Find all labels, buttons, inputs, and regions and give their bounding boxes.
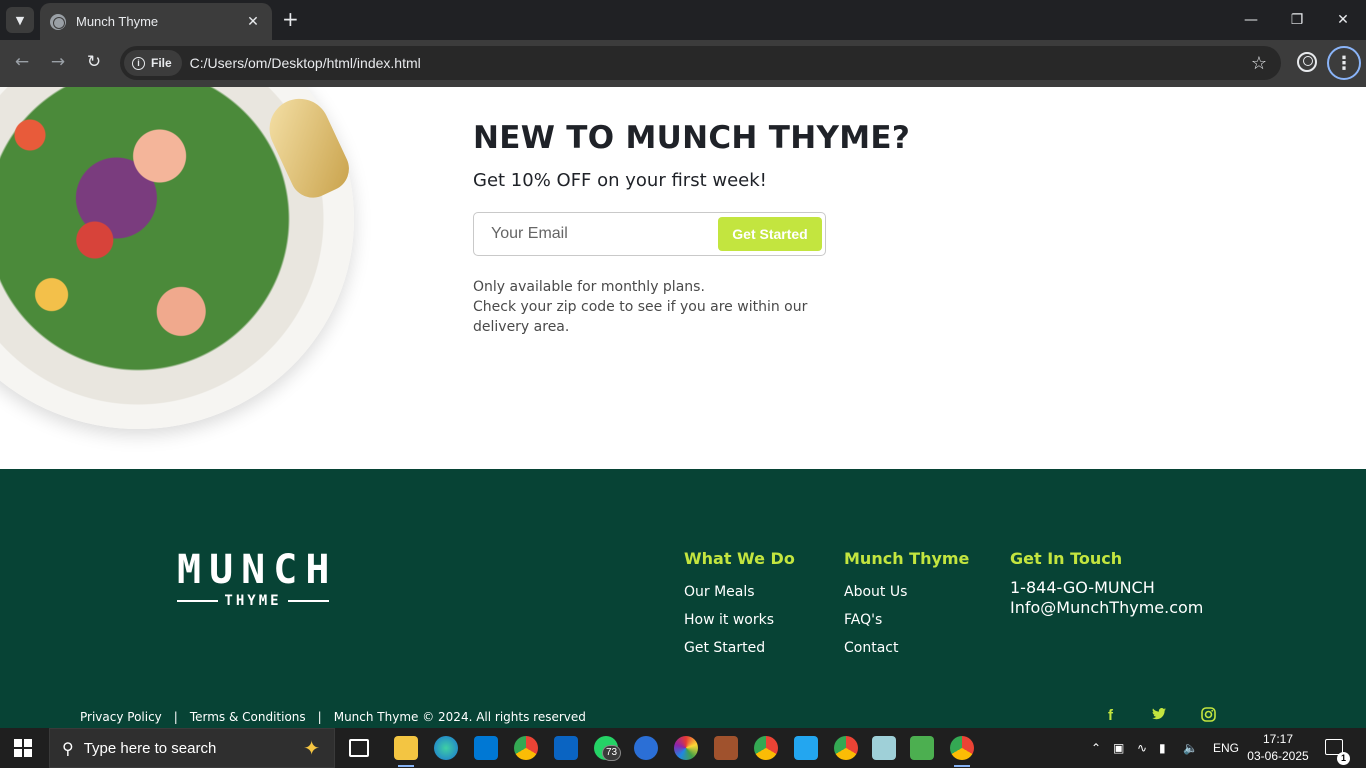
logo-subword: THYME [224, 593, 282, 609]
terms-link[interactable]: Terms & Conditions [190, 710, 306, 724]
footer-column-munch-thyme: Munch Thyme About Us FAQ's Contact [844, 549, 969, 662]
language-indicator[interactable]: ENG [1213, 741, 1239, 755]
forward-arrow-icon[interactable]: → [46, 52, 70, 72]
system-tray: ⌃ ▣ ∿ ▮ 🔈 ENG [1091, 728, 1239, 768]
taskbar-search-box[interactable]: ⚲ Type here to search ✦ [49, 728, 335, 768]
clock-time: 17:17 [1262, 732, 1294, 746]
footer-heading: Munch Thyme [844, 549, 970, 568]
browser-menu-button[interactable]: ⋮ [1327, 46, 1361, 80]
twitter-icon[interactable] [1152, 707, 1166, 724]
microsoft-store-icon[interactable] [474, 736, 498, 760]
battery-icon[interactable]: ▮ [1159, 741, 1183, 755]
nodejs-icon[interactable] [910, 736, 934, 760]
promo-section: NEW TO MUNCH THYME? Get 10% OFF on your … [0, 87, 1366, 469]
site-chip-label: File [151, 56, 172, 70]
separator: | [173, 710, 178, 724]
instagram-icon[interactable] [1201, 707, 1216, 726]
notification-count-badge: 1 [1337, 752, 1350, 765]
site-info-chip[interactable]: i File [124, 50, 182, 76]
get-started-button[interactable]: Get Started [718, 217, 822, 251]
globe-icon [50, 13, 66, 30]
contact-email[interactable]: Info@MunchThyme.com [1010, 598, 1203, 618]
separator: | [317, 710, 322, 724]
health-app-icon[interactable] [634, 736, 658, 760]
chevron-down-icon: ▼ [15, 13, 25, 27]
chrome-active-icon[interactable] [950, 736, 974, 767]
meet-now-icon[interactable]: ▣ [1113, 741, 1137, 755]
windows-taskbar: ⚲ Type here to search ✦ ⌃ ▣ ∿ ▮ 🔈 ENG 17… [0, 728, 1366, 768]
winrar-icon[interactable] [714, 736, 738, 760]
logo-rule [177, 600, 219, 602]
promo-note: Only available for monthly plans. Check … [473, 277, 833, 337]
minimize-button[interactable]: — [1228, 0, 1274, 40]
email-input[interactable] [475, 214, 715, 254]
footer-heading: Get In Touch [1010, 549, 1123, 568]
promo-note-line: Check your zip code to see if you are wi… [473, 299, 808, 315]
footer-link-our-meals[interactable]: Our Meals [684, 578, 795, 606]
footer-link-contact[interactable]: Contact [844, 634, 969, 662]
site-footer: MUNCH THYME What We Do Our Meals How it … [0, 469, 1366, 728]
url-text[interactable]: C:/Users/om/Desktop/html/index.html [190, 55, 1251, 71]
vscode-icon[interactable] [794, 736, 818, 760]
chrome-profile-icon[interactable] [754, 736, 778, 760]
footer-column-get-in-touch: Get In Touch 1-844-GO-MUNCH Info@MunchTh… [1010, 549, 1203, 618]
photos-app-icon[interactable] [674, 736, 698, 760]
back-arrow-icon[interactable]: ← [10, 52, 34, 72]
munch-thyme-logo[interactable]: MUNCH THYME [177, 549, 329, 609]
facebook-icon[interactable]: f [1108, 707, 1113, 724]
footer-link-get-started[interactable]: Get Started [684, 634, 795, 662]
browser-tab[interactable]: Munch Thyme ✕ [40, 3, 272, 40]
footer-link-about-us[interactable]: About Us [844, 578, 969, 606]
new-tab-button[interactable]: + [282, 9, 299, 29]
reload-icon[interactable]: ↻ [82, 52, 106, 72]
tab-title: Munch Thyme [76, 14, 159, 29]
privacy-policy-link[interactable]: Privacy Policy [80, 710, 162, 724]
promo-subtitle: Get 10% OFF on your first week! [473, 170, 767, 191]
legal-bar: Privacy Policy | Terms & Conditions | Mu… [80, 710, 586, 724]
window-controls: — ❐ ✕ [1228, 0, 1366, 40]
browser-toolbar: ← → ↻ i File C:/Users/om/Desktop/html/in… [0, 40, 1366, 87]
footer-heading: What We Do [684, 549, 795, 568]
copyright-text: Munch Thyme © 2024. All rights reserved [333, 710, 586, 724]
footer-link-faqs[interactable]: FAQ's [844, 606, 969, 634]
file-explorer-icon[interactable] [394, 736, 418, 767]
clock-date: 03-06-2025 [1247, 749, 1309, 763]
footer-column-what-we-do: What We Do Our Meals How it works Get St… [684, 549, 795, 662]
restore-button[interactable]: ❐ [1274, 0, 1320, 40]
promo-title: NEW TO MUNCH THYME? [473, 120, 911, 156]
notepad-icon[interactable] [872, 736, 896, 760]
logo-subline: THYME [177, 593, 329, 609]
close-tab-icon[interactable]: ✕ [244, 14, 262, 30]
wifi-icon[interactable]: ∿ [1137, 741, 1159, 755]
task-view-icon[interactable] [349, 739, 369, 757]
contact-phone[interactable]: 1-844-GO-MUNCH [1010, 578, 1203, 598]
search-icon: ⚲ [62, 738, 74, 758]
browser-tab-strip: ▼ Munch Thyme ✕ + — ❐ ✕ [0, 0, 1366, 40]
edge-icon[interactable] [434, 736, 458, 760]
taskbar-clock[interactable]: 17:17 03-06-2025 [1246, 731, 1310, 765]
info-icon: i [132, 56, 145, 70]
email-signup-form: Get Started [473, 212, 826, 256]
close-window-button[interactable]: ✕ [1320, 0, 1366, 40]
volume-icon[interactable]: 🔈 [1183, 741, 1203, 755]
chrome-icon[interactable] [514, 736, 538, 760]
profile-icon[interactable] [1297, 52, 1317, 72]
copilot-sparkle-icon: ✦ [303, 736, 320, 760]
show-hidden-icons-icon[interactable]: ⌃ [1091, 741, 1107, 755]
tab-search-button[interactable]: ▼ [6, 7, 34, 33]
bookmark-star-icon[interactable]: ☆ [1251, 53, 1267, 74]
logo-wordmark: MUNCH [177, 547, 338, 593]
promo-note-line: delivery area. [473, 319, 570, 335]
footer-link-how-it-works[interactable]: How it works [684, 606, 795, 634]
chrome-profile-icon[interactable] [834, 736, 858, 760]
whatsapp-unread-badge: 73 [602, 745, 622, 761]
outlook-icon[interactable] [554, 736, 578, 760]
promo-note-line: Only available for monthly plans. [473, 279, 705, 295]
windows-start-icon[interactable] [14, 739, 32, 757]
address-bar[interactable]: i File C:/Users/om/Desktop/html/index.ht… [120, 46, 1281, 80]
logo-rule [287, 600, 329, 602]
taskbar-search-placeholder: Type here to search [83, 739, 217, 757]
